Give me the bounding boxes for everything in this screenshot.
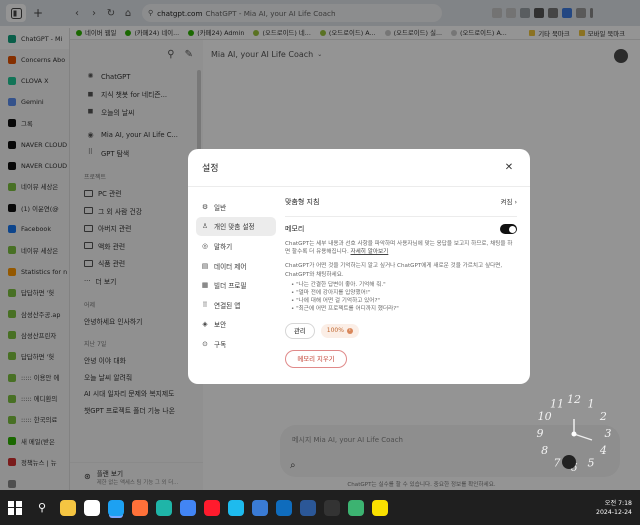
memory-examples: "나는 간결한 답변이 좋아. 기억해 줘.""얼마 전에 강아지를 입양했어!… — [285, 281, 517, 314]
chatgpt-app-icon[interactable] — [84, 499, 100, 516]
clock-numeral: 10 — [538, 410, 552, 423]
settings-nav-item[interactable]: ⊙ 구독 — [196, 334, 276, 354]
outlook-icon[interactable] — [276, 499, 292, 516]
file-explorer-icon[interactable] — [60, 499, 76, 516]
data-icon: ▤ — [201, 261, 209, 270]
memory-example: "나는 간결한 답변이 좋아. 기억해 줘." — [291, 281, 517, 289]
settings-header: 설정 ✕ — [188, 149, 530, 187]
windows-start-icon[interactable] — [8, 500, 22, 515]
clock-numeral: 9 — [537, 427, 544, 440]
clear-memory-button[interactable]: 메모리 지우기 — [285, 349, 347, 368]
settings-nav: ⚙ 일반 ♙ 개인 맞춤 설정 ◎ 말하기 ▤ 데이터 제어 ▦ 빌더 프로필 ⠿ 연결된 앱 ◈ 보안 ⊙… — [196, 197, 276, 354]
twitter-icon[interactable] — [108, 499, 124, 516]
clock-numeral: 2 — [599, 410, 607, 423]
ie-icon[interactable] — [228, 499, 244, 516]
taskbar-search-icon[interactable]: ⚲ — [34, 500, 50, 516]
folder-green-icon[interactable] — [348, 499, 364, 516]
app-blue-icon[interactable] — [300, 499, 316, 516]
personalization-icon: ♙ — [201, 222, 209, 231]
custom-instructions-state-label: 켜짐 — [500, 198, 513, 206]
memory-toggle[interactable] — [500, 224, 517, 234]
settings-nav-label: 개인 맞춤 설정 — [214, 223, 255, 232]
clock-numeral: 11 — [550, 398, 564, 411]
subscription-icon: ⊙ — [202, 339, 208, 348]
chevron-right-icon: › — [514, 198, 517, 206]
settings-nav-label: 빌더 프로필 — [214, 282, 247, 291]
memory-usage-value: 100% — [326, 327, 344, 335]
desktop-clock-widget: 11 10 9 8 7 6 5 4 3 2 1 12 — [528, 392, 620, 484]
settings-nav-label: 구독 — [214, 340, 227, 349]
builder-icon: ▦ — [201, 281, 209, 290]
settings-nav-item[interactable]: ⚙ 일반 — [196, 197, 276, 217]
custom-instructions-label: 맞춤형 지침 — [285, 197, 320, 206]
clock-numeral: 5 — [588, 456, 595, 469]
memory-desc-text: ChatGPT는 세부 내용과 선호 사항을 파악하며 사용자님에 맞는 응답을… — [285, 241, 513, 256]
shield-icon: ◈ — [202, 320, 208, 329]
memory-usage-badge: 100% i — [320, 323, 359, 338]
clock-face: 1110987 6 5432112 — [537, 393, 612, 474]
learn-more-link[interactable]: 자세히 알아보기 — [351, 249, 389, 255]
clock-numeral: 7 — [554, 456, 561, 469]
clock-hour-hand — [573, 433, 593, 441]
settings-nav-item[interactable]: ◎ 말하기 — [196, 236, 276, 256]
clock-numeral: 3 — [605, 427, 612, 440]
custom-instructions-row[interactable]: 맞춤형 지침 켜짐 › — [285, 195, 517, 217]
taskbar-apps — [60, 499, 388, 516]
speech-icon: ◎ — [202, 241, 208, 250]
opera-icon[interactable] — [204, 499, 220, 516]
firefox-icon[interactable] — [132, 499, 148, 516]
clock-numeral: 1 — [588, 398, 595, 411]
settings-nav-label: 말하기 — [214, 242, 233, 251]
windows-taskbar: ⚲ 오전 7:18 2024-12-24 — [0, 490, 640, 525]
terminal-icon[interactable] — [324, 499, 340, 516]
memory-actions: 관리 100% i — [285, 322, 517, 339]
tray-date: 2024-12-24 — [596, 509, 632, 516]
custom-instructions-state: 켜짐 › — [501, 197, 517, 206]
clock-numeral: 4 — [599, 444, 607, 457]
close-icon[interactable]: ✕ — [502, 162, 516, 173]
gear-icon: ⚙ — [201, 202, 209, 211]
settings-nav-item[interactable]: ♙ 개인 맞춤 설정 — [196, 216, 276, 237]
memory-example: "얼마 전에 강아지를 입양했어!" — [291, 289, 517, 297]
clock-center — [571, 431, 577, 437]
settings-nav-item[interactable]: ▤ 데이터 제어 — [196, 256, 276, 276]
memory-example: "최근에 어떤 프로젝트를 어디까지 했더라?" — [291, 305, 517, 313]
memory-row: 메모리 — [285, 224, 517, 234]
clock-numeral: 8 — [541, 444, 548, 457]
chrome-icon[interactable] — [180, 499, 196, 516]
settings-nav-item[interactable]: ◈ 보안 — [196, 315, 276, 335]
manage-memory-button[interactable]: 관리 — [285, 322, 315, 339]
edge-icon[interactable] — [156, 499, 172, 516]
settings-dialog: 설정 ✕ ⚙ 일반 ♙ 개인 맞춤 설정 ◎ 말하기 ▤ 데이터 제어 ▦ 빌더 프로필 ⠿ 연결된 … — [188, 149, 530, 384]
settings-content: 맞춤형 지침 켜짐 › 메모리 ChatGPT는 세부 내용과 선호 사항을 파… — [285, 195, 517, 368]
info-icon[interactable]: i — [346, 327, 353, 334]
store-icon[interactable] — [252, 499, 268, 516]
settings-nav-label: 일반 — [214, 203, 227, 212]
settings-nav-item[interactable]: ⠿ 연결된 앱 — [196, 295, 276, 315]
settings-nav-item[interactable]: ▦ 빌더 프로필 — [196, 275, 276, 295]
apps-icon: ⠿ — [202, 300, 208, 309]
clock-numeral: 12 — [567, 393, 581, 406]
settings-title: 설정 — [202, 164, 219, 174]
settings-nav-label: 연결된 앱 — [214, 301, 241, 310]
voice-button-icon[interactable] — [562, 455, 576, 469]
memory-label: 메모리 — [285, 225, 305, 233]
settings-nav-label: 보안 — [214, 321, 227, 330]
memory-description-2: ChatGPT가 어떤 것을 기억하는지 알고 싶거나 ChatGPT에게 새로… — [285, 263, 503, 278]
memory-description: ChatGPT는 세부 내용과 선호 사항을 파악하며 사용자님에 맞는 응답을… — [285, 240, 517, 256]
tray-time: 오전 7:18 — [604, 500, 632, 507]
settings-nav-label: 데이터 제어 — [214, 262, 247, 271]
memory-example: "나에 대해 어떤 걸 기억하고 있어?" — [291, 297, 517, 305]
kakaotalk-icon[interactable] — [372, 499, 388, 516]
system-tray-clock[interactable]: 오전 7:18 2024-12-24 — [596, 493, 632, 523]
